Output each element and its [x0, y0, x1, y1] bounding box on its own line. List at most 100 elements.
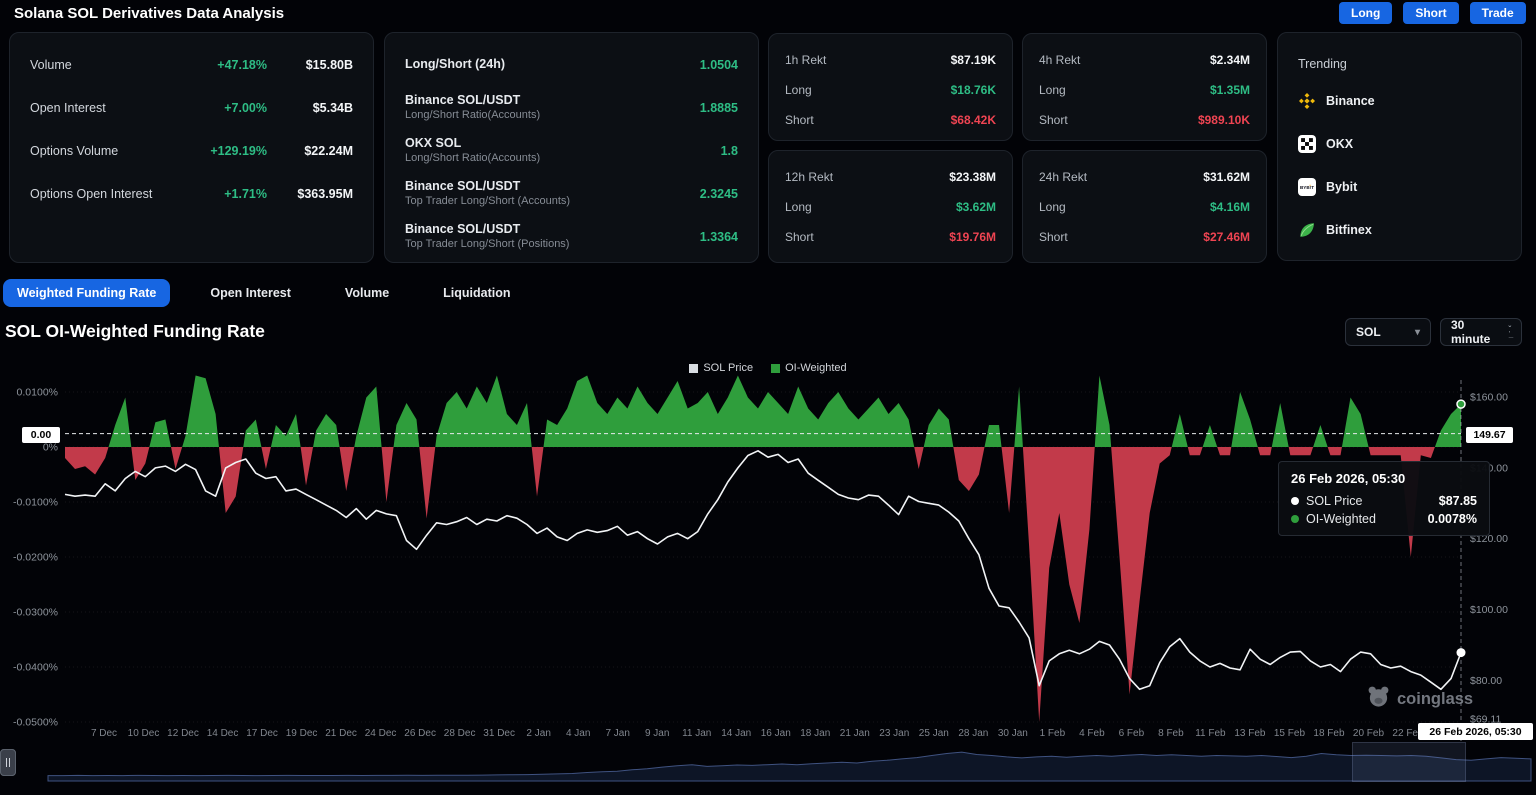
svg-text:10 Dec: 10 Dec	[128, 728, 160, 739]
svg-text:14 Dec: 14 Dec	[207, 728, 239, 739]
svg-text:24 Dec: 24 Dec	[365, 728, 397, 739]
svg-text:BYB!T: BYB!T	[1300, 185, 1314, 190]
navigator-selection[interactable]	[1352, 742, 1466, 782]
svg-text:11 Feb: 11 Feb	[1195, 728, 1226, 739]
ratio-sublabel: Long/Short Ratio(Accounts)	[405, 108, 540, 122]
svg-text:-0.0400%: -0.0400%	[13, 662, 58, 674]
tooltip-series-value: $87.85	[1439, 494, 1477, 508]
ratio-sublabel: Top Trader Long/Short (Positions)	[405, 237, 569, 251]
white-dot-icon	[1291, 497, 1299, 505]
trending-card: Trending Binance OKX BYB!T Bybit Bitfine…	[1277, 32, 1522, 261]
svg-text:8 Feb: 8 Feb	[1158, 728, 1184, 739]
tooltip-series-name: OI-Weighted	[1306, 512, 1376, 526]
short-button[interactable]: Short	[1403, 2, 1458, 24]
ratio-row: Binance SOL/USDTLong/Short Ratio(Account…	[405, 86, 738, 129]
stat-change: +129.19%	[210, 144, 267, 158]
ratio-value: 1.8	[721, 144, 738, 158]
chart-tabs: Weighted Funding Rate Open Interest Volu…	[3, 279, 525, 307]
rekt-card-1h: 1h Rekt$87.19K Long$18.76K Short$68.42K	[768, 33, 1013, 141]
tab-weighted-funding-rate[interactable]: Weighted Funding Rate	[3, 279, 170, 307]
interval-select[interactable]: 30 minute ˇˈ̲	[1440, 318, 1522, 346]
symbol-select-value: SOL	[1356, 325, 1381, 339]
svg-text:28 Dec: 28 Dec	[444, 728, 476, 739]
ratio-row: Binance SOL/USDTTop Trader Long/Short (P…	[405, 215, 738, 258]
tab-volume[interactable]: Volume	[331, 279, 403, 307]
rekt-short-value: $19.76M	[949, 230, 996, 244]
svg-text:23 Jan: 23 Jan	[879, 728, 909, 739]
stat-value: $22.24M	[287, 144, 353, 158]
price-axis-marker-badge: 149.67	[1466, 427, 1513, 443]
svg-text:15 Feb: 15 Feb	[1274, 728, 1306, 739]
ratio-value: 1.0504	[700, 58, 738, 72]
stat-value: $15.80B	[287, 58, 353, 72]
bitfinex-icon	[1298, 221, 1316, 239]
watermark-text: coinglass	[1397, 690, 1473, 709]
tab-open-interest[interactable]: Open Interest	[196, 279, 305, 307]
chart-legend: SOL Price OI-Weighted	[0, 362, 1536, 374]
stat-label: Open Interest	[30, 101, 106, 115]
tooltip-series-name: SOL Price	[1306, 494, 1363, 508]
navigator-handle-right[interactable]	[0, 749, 16, 776]
legend-label: OI-Weighted	[785, 362, 847, 374]
long-button[interactable]: Long	[1339, 2, 1392, 24]
stat-row-open-interest: Open Interest +7.00%$5.34B	[30, 86, 353, 129]
svg-text:2 Jan: 2 Jan	[526, 728, 550, 739]
trending-item-okx[interactable]: OKX	[1298, 122, 1501, 165]
svg-text:4 Feb: 4 Feb	[1079, 728, 1105, 739]
long-short-ratios-card: Long/Short (24h) 1.0504 Binance SOL/USDT…	[384, 32, 759, 263]
stat-label: Options Volume	[30, 144, 118, 158]
ratio-label: OKX SOL	[405, 136, 540, 151]
trending-item-bitfinex[interactable]: Bitfinex	[1298, 208, 1501, 251]
stat-change: +47.18%	[217, 58, 267, 72]
svg-text:6 Feb: 6 Feb	[1119, 728, 1145, 739]
tab-liquidation[interactable]: Liquidation	[429, 279, 524, 307]
ratio-value: 2.3245	[700, 187, 738, 201]
symbol-select[interactable]: SOL ▾	[1345, 318, 1431, 346]
stat-change: +7.00%	[224, 101, 267, 115]
okx-icon	[1298, 135, 1316, 153]
funding-rate-chart[interactable]: 0.0100%0%-0.0100%-0.0200%-0.0300%-0.0400…	[0, 372, 1536, 742]
up-down-icon: ˇˈ̲	[1508, 327, 1511, 337]
ratio-sublabel: Long/Short Ratio(Accounts)	[405, 151, 540, 165]
trade-button[interactable]: Trade	[1470, 2, 1526, 24]
svg-text:-0.0500%: -0.0500%	[13, 717, 58, 729]
rekt-short-label: Short	[1039, 113, 1068, 127]
legend-item-oi-weighted[interactable]: OI-Weighted	[771, 362, 847, 374]
rekt-long-value: $18.76K	[951, 83, 996, 97]
tooltip-time: 26 Feb 2026, 05:30	[1291, 471, 1477, 486]
rekt-long-label: Long	[1039, 200, 1066, 214]
rekt-long-value: $3.62M	[956, 200, 996, 214]
svg-text:12 Dec: 12 Dec	[167, 728, 199, 739]
interval-select-value: 30 minute	[1451, 318, 1503, 346]
svg-text:4 Jan: 4 Jan	[566, 728, 590, 739]
stat-row-volume: Volume +47.18%$15.80B	[30, 43, 353, 86]
stat-value: $363.95M	[287, 187, 353, 201]
rekt-title: 24h Rekt	[1039, 170, 1087, 184]
coinglass-bear-icon	[1366, 684, 1391, 714]
trending-item-bybit[interactable]: BYB!T Bybit	[1298, 165, 1501, 208]
rekt-short-value: $27.46M	[1203, 230, 1250, 244]
chart-navigator[interactable]	[0, 742, 1536, 782]
ratio-label: Binance SOL/USDT	[405, 179, 570, 194]
legend-label: SOL Price	[703, 362, 753, 374]
trending-item-binance[interactable]: Binance	[1298, 79, 1501, 122]
svg-text:0.0100%: 0.0100%	[17, 387, 58, 399]
legend-item-sol-price[interactable]: SOL Price	[689, 362, 753, 374]
ratio-row: Binance SOL/USDTTop Trader Long/Short (A…	[405, 172, 738, 215]
rekt-long-label: Long	[785, 83, 812, 97]
svg-text:30 Jan: 30 Jan	[998, 728, 1028, 739]
svg-text:-0.0100%: -0.0100%	[13, 497, 58, 509]
rekt-long-label: Long	[785, 200, 812, 214]
ratio-value: 1.8885	[700, 101, 738, 115]
svg-text:19 Dec: 19 Dec	[286, 728, 318, 739]
svg-text:$160.00: $160.00	[1470, 392, 1508, 404]
stat-label: Options Open Interest	[30, 187, 152, 201]
rekt-total: $2.34M	[1210, 53, 1250, 67]
stat-change: +1.71%	[224, 187, 267, 201]
rekt-long-value: $4.16M	[1210, 200, 1250, 214]
ratio-label: Binance SOL/USDT	[405, 222, 569, 237]
rekt-total: $87.19K	[951, 53, 996, 67]
bybit-icon: BYB!T	[1298, 178, 1316, 196]
svg-text:13 Feb: 13 Feb	[1234, 728, 1266, 739]
chart-tooltip: 26 Feb 2026, 05:30 SOL Price $87.85 OI-W…	[1278, 461, 1490, 536]
